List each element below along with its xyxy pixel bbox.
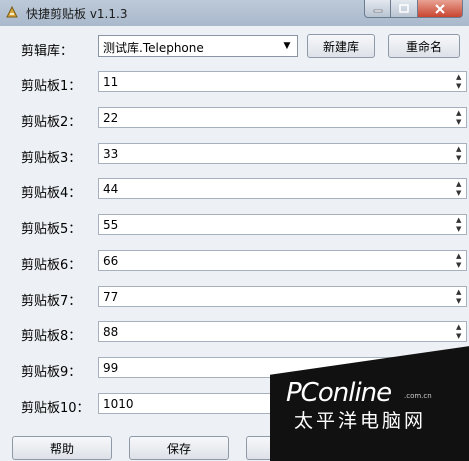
clip-label: 剪贴板2：	[21, 115, 82, 130]
watermark-logo: PConline	[286, 378, 392, 408]
clip-input[interactable]: 66	[98, 250, 454, 271]
minimize-button[interactable]	[364, 0, 391, 18]
clip-row-7: 剪贴板7： 77 ▲ ▼	[8, 285, 468, 309]
clip-label: 剪贴板3：	[21, 151, 82, 166]
spin-arrows-icon[interactable]: ▲▼	[453, 286, 467, 307]
spin-arrows-icon[interactable]: ▲▼	[453, 214, 467, 235]
close-button[interactable]	[418, 0, 463, 18]
clip-label: 剪贴板8：	[21, 329, 82, 344]
spin-arrows-icon[interactable]: ▲▼	[453, 143, 467, 164]
new-library-button[interactable]: 新建库	[307, 34, 375, 58]
clip-row-8: 剪贴板8： 88 ▲ ▼	[8, 320, 468, 344]
clip-label: 剪贴板9：	[21, 365, 82, 380]
clip-label: 剪贴板6：	[21, 258, 82, 273]
clip-row-5: 剪贴板5： 55 ▲ ▼	[8, 213, 468, 237]
minimize-icon	[373, 9, 382, 12]
clip-label: 剪贴板5：	[21, 222, 82, 237]
save-button[interactable]: 保存	[129, 436, 229, 460]
maximize-icon	[399, 4, 409, 13]
spin-arrows-icon[interactable]: ▲▼	[453, 178, 467, 199]
watermark-domain: .com.cn	[404, 392, 432, 400]
clip-input[interactable]: 22	[98, 107, 454, 128]
app-icon	[6, 5, 18, 18]
clip-row-3: 剪贴板3： 33 ▲ ▼	[8, 142, 468, 166]
clip-label: 剪贴板1：	[21, 79, 82, 94]
chevron-down-icon[interactable]: ▼	[279, 37, 295, 55]
clip-row-6: 剪贴板6： 66 ▲ ▼	[8, 249, 468, 273]
clip-label: 剪贴板10：	[21, 401, 90, 416]
spin-arrows-icon[interactable]: ▲▼	[453, 250, 467, 271]
title-bar: 快捷剪贴板 v1.1.3	[0, 0, 469, 26]
library-select-value: 测试库.Telephone	[103, 41, 204, 55]
clip-row-2: 剪贴板2： 22 ▲ ▼	[8, 106, 468, 130]
clip-label: 剪贴板4：	[21, 186, 82, 201]
spin-arrows-icon[interactable]: ▲▼	[453, 71, 467, 92]
spin-arrows-icon[interactable]: ▲▼	[453, 107, 467, 128]
help-button[interactable]: 帮助	[12, 436, 112, 460]
clip-input[interactable]: 33	[98, 143, 454, 164]
clip-input[interactable]: 55	[98, 214, 454, 235]
clip-row-1: 剪贴板1： 11 ▲ ▼	[8, 70, 468, 94]
clip-input[interactable]: 44	[98, 178, 454, 199]
clip-input[interactable]: 88	[98, 321, 454, 342]
clip-label: 剪贴板7：	[21, 294, 82, 309]
clip-input[interactable]: 77	[98, 286, 454, 307]
library-label: 剪辑库：	[21, 44, 74, 59]
window-title: 快捷剪贴板 v1.1.3	[26, 7, 128, 21]
clip-row-4: 剪贴板4： 44 ▲ ▼	[8, 177, 468, 201]
clip-input[interactable]: 11	[98, 71, 454, 92]
library-select[interactable]: 测试库.Telephone ▼	[98, 35, 298, 57]
rename-button[interactable]: 重命名	[388, 34, 460, 58]
watermark-site-name: 太平洋电脑网	[294, 410, 427, 432]
close-icon	[435, 3, 445, 14]
maximize-button[interactable]	[391, 0, 418, 18]
spin-arrows-icon[interactable]: ▲▼	[453, 321, 467, 342]
